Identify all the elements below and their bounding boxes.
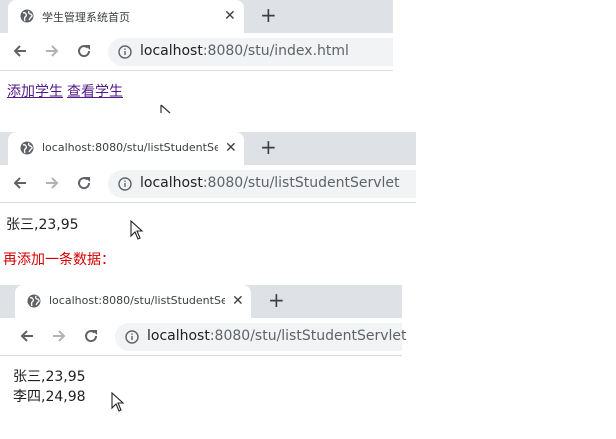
- tab-strip: localhost:8080/stu/listStudentServlet ✕ …: [0, 132, 416, 165]
- tab-title: localhost:8080/stu/listStudentServlet: [49, 294, 225, 307]
- toolbar: localhost:8080/stu/listStudentServlet: [0, 165, 416, 203]
- student-row: 张三,23,95: [13, 369, 86, 385]
- close-icon[interactable]: ✕: [224, 7, 236, 25]
- browser-window-index: 学生管理系统首页 ✕ + localhost:8080/stu/index.ht…: [0, 0, 393, 114]
- url-host: localhost: [147, 328, 210, 344]
- mouse-cursor-icon: [130, 220, 144, 240]
- back-arrow-icon[interactable]: [11, 174, 29, 192]
- tab-list[interactable]: localhost:8080/stu/listStudentServlet ✕: [15, 285, 251, 318]
- forward-arrow-icon[interactable]: [43, 42, 61, 60]
- reload-icon[interactable]: [75, 42, 93, 60]
- url-host: localhost: [140, 43, 203, 59]
- address-bar[interactable]: localhost:8080/stu/listStudentServlet: [115, 323, 407, 351]
- address-bar[interactable]: localhost:8080/stu/index.html: [108, 38, 393, 66]
- toolbar: localhost:8080/stu/index.html: [0, 33, 393, 71]
- globe-icon: [27, 294, 41, 308]
- plus-icon[interactable]: +: [260, 137, 277, 157]
- forward-arrow-icon[interactable]: [50, 327, 68, 345]
- view-students-link[interactable]: 查看学生: [67, 84, 123, 100]
- tab-title: 学生管理系统首页: [42, 11, 130, 24]
- back-arrow-icon[interactable]: [18, 327, 36, 345]
- plus-icon[interactable]: +: [260, 5, 277, 25]
- url-path: :8080/stu/listStudentServlet: [202, 175, 400, 191]
- student-list: 张三,23,95 李四,24,98: [13, 367, 86, 407]
- tab-list[interactable]: localhost:8080/stu/listStudentServlet ✕: [8, 132, 244, 165]
- student-row: 张三,23,95: [6, 217, 79, 233]
- url-text[interactable]: localhost:8080/stu/listStudentServlet: [147, 328, 407, 344]
- info-icon[interactable]: [118, 45, 132, 59]
- close-icon[interactable]: ✕: [232, 292, 244, 310]
- url-text[interactable]: localhost:8080/stu/listStudentServlet: [140, 175, 400, 191]
- tab-strip: 学生管理系统首页 ✕ +: [0, 0, 393, 33]
- close-icon[interactable]: ✕: [225, 139, 237, 157]
- student-row: 李四,24,98: [13, 389, 86, 405]
- add-student-link[interactable]: 添加学生: [7, 84, 63, 100]
- student-list: 张三,23,95: [6, 214, 79, 234]
- tab-title: localhost:8080/stu/listStudentServlet: [42, 141, 218, 154]
- url-text[interactable]: localhost:8080/stu/index.html: [140, 43, 349, 59]
- tab-strip: localhost:8080/stu/listStudentServlet ✕ …: [0, 285, 402, 318]
- plus-icon[interactable]: +: [268, 290, 285, 310]
- reload-icon[interactable]: [82, 327, 100, 345]
- instruction-note: 再添加一条数据：: [3, 252, 115, 268]
- browser-window-list-2: localhost:8080/stu/listStudentServlet ✕ …: [0, 285, 407, 425]
- reload-icon[interactable]: [75, 174, 93, 192]
- info-icon[interactable]: [118, 177, 132, 191]
- browser-window-list-1: localhost:8080/stu/listStudentServlet ✕ …: [0, 132, 416, 242]
- toolbar: localhost:8080/stu/listStudentServlet: [0, 318, 407, 356]
- url-path: :8080/stu/listStudentServlet: [209, 328, 407, 344]
- mouse-cursor-icon: [160, 104, 171, 114]
- url-path: :8080/stu/index.html: [202, 43, 349, 59]
- globe-icon: [20, 141, 34, 155]
- forward-arrow-icon[interactable]: [43, 174, 61, 192]
- mouse-cursor-icon: [111, 392, 125, 412]
- url-host: localhost: [140, 175, 203, 191]
- globe-icon: [20, 9, 34, 23]
- info-icon[interactable]: [125, 330, 139, 344]
- address-bar[interactable]: localhost:8080/stu/listStudentServlet: [108, 170, 416, 198]
- tab-index[interactable]: 学生管理系统首页 ✕: [8, 0, 244, 33]
- page-content: 添加学生 查看学生: [7, 81, 127, 101]
- back-arrow-icon[interactable]: [11, 42, 29, 60]
